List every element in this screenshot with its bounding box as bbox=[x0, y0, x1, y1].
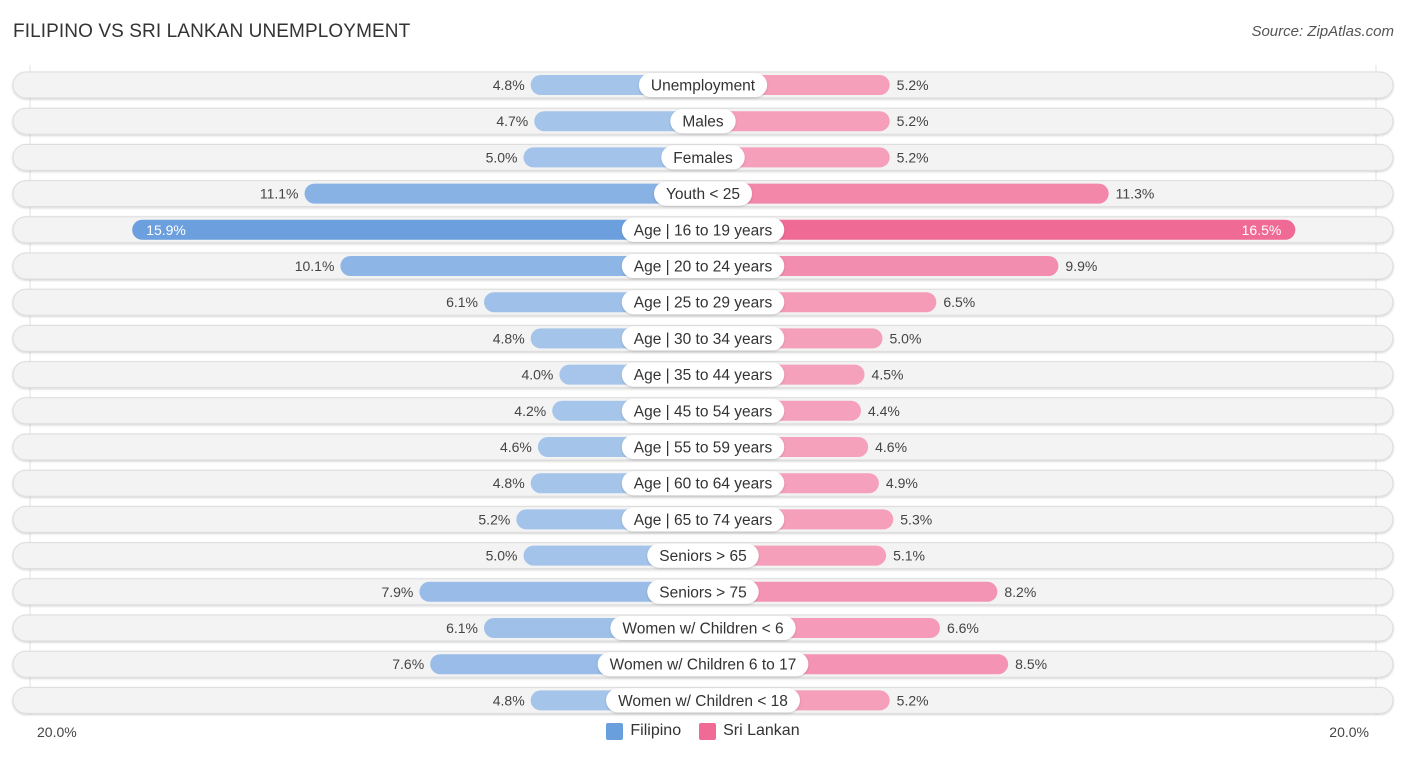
value-label-filipino: 5.0% bbox=[486, 149, 518, 165]
category-label: Age | 35 to 44 years bbox=[634, 367, 773, 384]
category-label: Youth < 25 bbox=[666, 186, 740, 203]
value-label-sri-lankan: 9.9% bbox=[1065, 258, 1097, 274]
category-label: Age | 55 to 59 years bbox=[634, 440, 773, 457]
value-label-filipino: 7.6% bbox=[392, 656, 424, 672]
value-label-sri-lankan: 5.3% bbox=[900, 511, 932, 527]
value-label-sri-lankan: 8.2% bbox=[1004, 584, 1036, 600]
chart-canvas: 4.8% 5.2% Unemployment 4.7% 5.2% Males 5.0% 5.2… bbox=[12, 65, 1394, 715]
legend-label-sri-lankan: Sri Lankan bbox=[723, 722, 800, 739]
value-label-sri-lankan: 5.2% bbox=[897, 149, 929, 165]
value-label-filipino: 5.0% bbox=[486, 548, 518, 564]
value-label-sri-lankan: 5.1% bbox=[893, 548, 925, 564]
category-label: Unemployment bbox=[651, 78, 756, 95]
value-label-sri-lankan: 6.6% bbox=[947, 620, 979, 636]
value-label-filipino: 4.2% bbox=[514, 403, 546, 419]
value-label-sri-lankan: 5.2% bbox=[897, 113, 929, 129]
category-label: Females bbox=[673, 150, 733, 167]
value-label-filipino: 4.6% bbox=[500, 439, 532, 455]
value-label-filipino: 6.1% bbox=[446, 620, 478, 636]
category-label: Age | 25 to 29 years bbox=[634, 295, 773, 312]
value-label-sri-lankan: 4.5% bbox=[872, 367, 904, 383]
legend-item-sri-lankan[interactable]: Sri Lankan bbox=[699, 722, 800, 740]
value-label-filipino: 4.8% bbox=[493, 330, 525, 346]
value-label-sri-lankan: 4.6% bbox=[875, 439, 907, 455]
value-label-sri-lankan: 4.9% bbox=[886, 475, 918, 491]
category-label: Women w/ Children < 18 bbox=[618, 693, 788, 710]
value-label-filipino: 4.8% bbox=[493, 77, 525, 93]
value-label-sri-lankan: 4.4% bbox=[868, 403, 900, 419]
value-label-filipino: 4.0% bbox=[521, 367, 553, 383]
value-label-filipino: 10.1% bbox=[295, 258, 335, 274]
value-label-filipino: 4.8% bbox=[493, 692, 525, 708]
category-label: Age | 20 to 24 years bbox=[634, 259, 773, 276]
value-label-sri-lankan: 5.2% bbox=[897, 77, 929, 93]
bar-filipino bbox=[132, 219, 703, 240]
bar-sri-lankan bbox=[703, 219, 1296, 240]
category-label: Women w/ Children 6 to 17 bbox=[610, 657, 797, 674]
legend-swatch-sri-lankan bbox=[699, 722, 717, 740]
value-label-filipino: 6.1% bbox=[446, 294, 478, 310]
category-label: Age | 65 to 74 years bbox=[634, 512, 773, 529]
category-label: Women w/ Children < 6 bbox=[622, 621, 783, 638]
value-label-filipino: 5.2% bbox=[478, 511, 510, 527]
legend-item-filipino[interactable]: Filipino bbox=[606, 722, 681, 740]
bar-sri-lankan bbox=[703, 183, 1109, 204]
category-label: Age | 30 to 34 years bbox=[634, 331, 773, 348]
value-label-sri-lankan: 16.5% bbox=[1242, 222, 1282, 238]
value-label-filipino: 7.9% bbox=[381, 584, 413, 600]
category-label: Seniors > 75 bbox=[659, 584, 746, 601]
value-label-filipino: 4.7% bbox=[496, 113, 528, 129]
value-label-filipino: 4.8% bbox=[493, 475, 525, 491]
category-label: Age | 60 to 64 years bbox=[634, 476, 773, 493]
legend-swatch-filipino bbox=[606, 722, 624, 740]
category-label: Males bbox=[682, 114, 724, 131]
category-label: Age | 45 to 54 years bbox=[634, 403, 773, 420]
legend: Filipino Sri Lankan bbox=[0, 722, 1406, 740]
bar-filipino bbox=[304, 183, 703, 204]
value-label-sri-lankan: 5.2% bbox=[897, 692, 929, 708]
category-label: Seniors > 65 bbox=[659, 548, 746, 565]
value-label-sri-lankan: 5.0% bbox=[890, 330, 922, 346]
value-label-sri-lankan: 8.5% bbox=[1015, 656, 1047, 672]
value-label-filipino: 11.1% bbox=[260, 186, 299, 202]
value-label-sri-lankan: 6.5% bbox=[943, 294, 975, 310]
value-label-sri-lankan: 11.3% bbox=[1116, 186, 1155, 202]
value-label-filipino: 15.9% bbox=[146, 222, 186, 238]
category-label: Age | 16 to 19 years bbox=[634, 222, 773, 239]
legend-label-filipino: Filipino bbox=[630, 722, 682, 739]
